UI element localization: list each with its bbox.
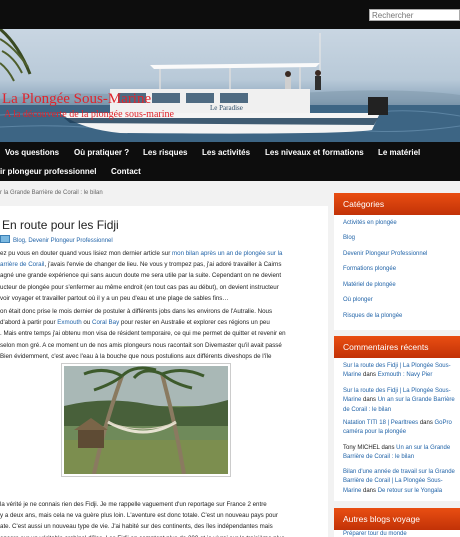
nav-item-ou-pratiquer[interactable]: Où pratiquer ? bbox=[74, 148, 129, 157]
text-line: la vérité je ne connais rien des Fidji. … bbox=[0, 499, 318, 510]
text-run: on était donc prise le mois dernier de p… bbox=[0, 308, 273, 315]
category-link[interactable]: Matériel de plongée bbox=[343, 282, 396, 288]
nav-item-contact[interactable]: Contact bbox=[111, 167, 141, 176]
text-link[interactable]: Natation TITI 18 | Pearltrees bbox=[343, 420, 418, 426]
recent-comments-widget: Sur la route des Fidji | La Plongée Sous… bbox=[334, 358, 460, 501]
text-line: agné une grande expérience qui sans aucu… bbox=[0, 270, 318, 281]
text-run: dans bbox=[361, 397, 378, 404]
widget-title-other-blogs: Autres blogs voyage bbox=[334, 508, 460, 530]
category-link[interactable]: Blog bbox=[343, 235, 355, 241]
text-link[interactable]: Exmouth bbox=[57, 319, 81, 326]
post-paragraph-3: la vérité je ne connais rien des Fidji. … bbox=[0, 499, 318, 537]
top-bar bbox=[0, 0, 460, 29]
text-line: Bien évidemment, c'est avec l'eau à la b… bbox=[0, 351, 318, 362]
text-run: , j'avais l'envie de changer de lieu. Ne… bbox=[44, 261, 282, 269]
post-content: En route pour les Fidji Blog, Devenir Pl… bbox=[0, 206, 328, 537]
nav-item-niveaux-formations[interactable]: Les niveaux et formations bbox=[265, 148, 364, 157]
text-link[interactable]: Coral Bay bbox=[92, 319, 119, 326]
post-meta: Blog, Devenir Plongeur Professionnel bbox=[0, 235, 113, 244]
other-blogs-widget: Préparer tour du monde bbox=[334, 530, 460, 537]
post-photo bbox=[61, 363, 231, 477]
text-run: agné une grande expérience qui sans aucu… bbox=[0, 272, 282, 280]
categories-widget: Activités en plongée Blog Devenir Plonge… bbox=[334, 215, 460, 330]
text-run: dans bbox=[361, 372, 378, 379]
nav-item-vos-questions[interactable]: Vos questions bbox=[5, 148, 59, 157]
nav-item-les-risques[interactable]: Les risques bbox=[143, 148, 187, 157]
search-input[interactable] bbox=[369, 9, 460, 21]
text-line: ucteur de plongée pour s'enfermer au mêm… bbox=[0, 282, 318, 293]
text-run: ez pu vous en douter quand vous lisiez m… bbox=[0, 250, 172, 257]
category-link[interactable]: Activités en plongée bbox=[343, 220, 397, 226]
text-link[interactable]: De retour sur le Yongala bbox=[378, 488, 442, 494]
text-line: y a deux ans, mais cela ne va guère plus… bbox=[0, 510, 318, 521]
text-run: dans bbox=[418, 420, 435, 426]
text-line: ate. C'est aussi un nouveau type de vie.… bbox=[0, 521, 318, 532]
text-run: Bien évidemment, c'est avec l'eau à la b… bbox=[0, 352, 272, 360]
header-banner: Le Paradise La Plongée Sous-Marine A la … bbox=[0, 29, 460, 142]
text-line: on était donc prise le mois dernier de p… bbox=[0, 306, 318, 317]
text-run: y a deux ans, mais cela ne va guère plus… bbox=[0, 512, 278, 520]
nav-item-materiel[interactable]: Le matériel bbox=[378, 148, 420, 157]
widget-title-categories: Catégories bbox=[334, 193, 460, 215]
para1-lines: arrière de Corail, j'avais l'envie de ch… bbox=[0, 259, 318, 304]
category-link[interactable]: Où plonger bbox=[343, 297, 373, 303]
text-run: dans bbox=[361, 487, 378, 494]
recent-comment: Bilan d'une année de travail sur la Gran… bbox=[343, 468, 460, 496]
text-run: d'abord à partir pour bbox=[0, 319, 58, 327]
category-link[interactable]: Devenir Plongeur Professionnel bbox=[343, 251, 427, 257]
text-run: Tony MICHEL dans bbox=[343, 445, 397, 451]
post-paragraph-2: on était donc prise le mois dernier de p… bbox=[0, 306, 318, 362]
category-link[interactable]: Risques de la plongée bbox=[343, 313, 402, 319]
text-line: d'abord à partir pour Exmouth ou Coral B… bbox=[0, 317, 318, 328]
recent-comment: Sur la route des Fidji | La Plongée Sous… bbox=[343, 387, 460, 415]
text-link[interactable]: arrière de Corail bbox=[0, 261, 44, 268]
text-link[interactable]: Exmouth : Navy Pier bbox=[378, 372, 433, 378]
text-run: ate. C'est aussi un nouveau type de vie.… bbox=[0, 523, 273, 531]
text-run: ucteur de plongée pour s'enfermer au mêm… bbox=[0, 283, 279, 291]
post-categories[interactable]: Blog, Devenir Plongeur Professionnel bbox=[13, 238, 113, 244]
recent-comment: Sur la route des Fidji | La Plongée Sous… bbox=[343, 362, 460, 381]
breadcrumb[interactable]: r la Grande Barrière de Corail : le bila… bbox=[0, 190, 103, 196]
text-line: voir voyager et travailler partout où il… bbox=[0, 293, 318, 304]
folder-icon bbox=[0, 235, 10, 243]
para1-line0: ez pu vous en douter quand vous lisiez m… bbox=[0, 248, 318, 259]
text-line: encore sur un véritable archipel d'îles.… bbox=[0, 533, 318, 537]
post-title[interactable]: En route pour les Fidji bbox=[2, 218, 119, 232]
boat-photo: Le Paradise bbox=[0, 29, 460, 142]
category-link[interactable]: Formations plongée bbox=[343, 266, 396, 272]
text-line: . Mais entre temps j'ai obtenu mon visa … bbox=[0, 328, 318, 339]
boat-name: Le Paradise bbox=[210, 104, 243, 112]
text-run: la vérité je ne connais rien des Fidji. … bbox=[0, 501, 267, 508]
link-bilan[interactable]: mon bilan après un an de plongée sur la bbox=[172, 250, 282, 257]
recent-comment: Natation TITI 18 | Pearltrees dans GoPro… bbox=[343, 419, 460, 438]
text-run: ou bbox=[81, 319, 92, 327]
text-run: selon mon gré. A ce moment un de nos ami… bbox=[0, 341, 282, 349]
para2-lines: on était donc prise le mois dernier de p… bbox=[0, 306, 318, 362]
text-line: selon mon gré. A ce moment un de nos ami… bbox=[0, 340, 318, 351]
para3-lines: la vérité je ne connais rien des Fidji. … bbox=[0, 499, 318, 537]
site-tagline: A la découverte de la plongée sous-marin… bbox=[4, 109, 174, 120]
text-line: arrière de Corail, j'avais l'envie de ch… bbox=[0, 259, 318, 270]
hammock-palm-image bbox=[64, 366, 228, 474]
text-run: voir voyager et travailler partout où il… bbox=[0, 294, 229, 302]
text-run: . Mais entre temps j'ai obtenu mon visa … bbox=[0, 330, 286, 338]
recent-comment: Tony MICHEL dans Un an sur la Grande Bar… bbox=[343, 444, 460, 463]
post-paragraph-1: ez pu vous en douter quand vous lisiez m… bbox=[0, 248, 318, 304]
nav-item-les-activites[interactable]: Les activités bbox=[202, 148, 250, 157]
nav-item-plongeur-pro[interactable]: ir plongeur professionnel bbox=[0, 167, 96, 176]
blog-link[interactable]: Préparer tour du monde bbox=[343, 531, 407, 537]
main-nav: Vos questions Où pratiquer ? Les risques… bbox=[0, 142, 460, 181]
text-run: pour rester en Australie et explorer ces… bbox=[119, 319, 270, 327]
widget-title-recent-comments: Commentaires récents bbox=[334, 336, 460, 358]
site-title[interactable]: La Plongée Sous-Marine bbox=[2, 91, 151, 108]
